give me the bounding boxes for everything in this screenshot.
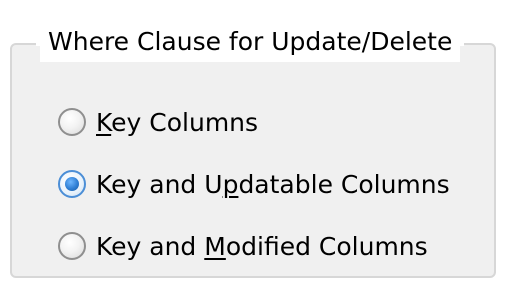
radio-button-icon[interactable]	[58, 108, 86, 136]
radio-label-key-and-modified-columns[interactable]: Key and Modified Columns	[96, 232, 428, 261]
dialog-canvas: Where Clause for Update/Delete Key Colum…	[0, 0, 507, 291]
label-text-post: odified Columns	[225, 231, 428, 261]
label-text-pre: Key and	[96, 231, 205, 261]
radio-key-and-updatable-columns[interactable]: Key and Updatable Columns	[58, 164, 450, 204]
radio-key-and-modified-columns[interactable]: Key and Modified Columns	[58, 226, 428, 266]
mnemonic-letter: p	[222, 169, 239, 199]
mnemonic-letter: K	[96, 107, 112, 137]
label-text-post: datable Columns	[238, 169, 450, 199]
label-text-post: ey Columns	[111, 107, 259, 137]
radio-selected-dot-icon	[65, 177, 79, 191]
radio-label-key-columns[interactable]: Key Columns	[96, 108, 258, 137]
mnemonic-letter: M	[204, 231, 226, 261]
radio-button-icon[interactable]	[58, 232, 86, 260]
radio-label-key-and-updatable-columns[interactable]: Key and Updatable Columns	[96, 170, 450, 199]
groupbox-title: Where Clause for Update/Delete	[40, 22, 461, 62]
label-text-pre: Key and U	[96, 169, 223, 199]
radio-button-icon[interactable]	[58, 170, 86, 198]
radio-key-columns[interactable]: Key Columns	[58, 102, 258, 142]
